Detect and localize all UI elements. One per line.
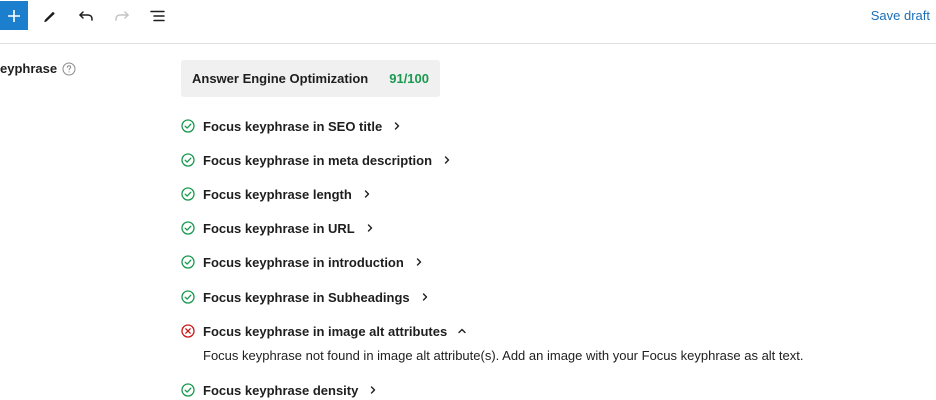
check-label: Focus keyphrase in Subheadings: [203, 289, 410, 305]
chevron-right-icon: [444, 156, 450, 164]
check-item[interactable]: Focus keyphrase in Subheadings: [181, 287, 430, 307]
redo-icon: [115, 11, 129, 21]
redo-button[interactable]: [110, 4, 134, 28]
check-label: Focus keyphrase length: [203, 186, 352, 202]
chevron-right-icon: [367, 224, 372, 232]
check-label: Focus keyphrase density: [203, 382, 359, 398]
check-item[interactable]: Focus keyphrase length: [181, 184, 372, 204]
document-overview-button[interactable]: [146, 4, 170, 28]
chevron-right-icon: [422, 293, 427, 301]
focus-keyphrase-label: eyphrase: [0, 61, 58, 76]
check-circle-icon: [181, 221, 195, 235]
check-circle-icon: [181, 255, 195, 269]
check-label: Focus keyphrase in SEO title: [203, 118, 383, 134]
chevron-right-icon: [364, 190, 370, 198]
check-circle-icon: [181, 153, 195, 167]
question-circle-icon[interactable]: [62, 62, 76, 76]
list-view-icon: [150, 10, 165, 22]
aeo-score-box: Answer Engine Optimization 91/100: [181, 60, 440, 97]
check-item[interactable]: Focus keyphrase in SEO title: [181, 116, 402, 136]
check-circle-icon: [181, 187, 195, 201]
check-label: Focus keyphrase in meta description: [203, 152, 433, 168]
check-circle-icon: [181, 290, 195, 304]
check-circle-icon: [181, 119, 195, 133]
save-draft-button[interactable]: Save draft: [871, 8, 930, 23]
undo-icon: [79, 11, 93, 21]
chevron-right-icon: [371, 386, 376, 394]
undo-button[interactable]: [74, 4, 98, 28]
check-label: Focus keyphrase in introduction: [203, 254, 404, 270]
x-circle-icon: [181, 324, 195, 338]
check-label: Focus keyphrase in URL: [203, 220, 355, 236]
check-item[interactable]: Focus keyphrase in URL: [181, 218, 375, 238]
edit-button[interactable]: [38, 4, 62, 28]
pencil-icon: [44, 11, 55, 23]
chevron-right-icon: [394, 122, 400, 130]
chevron-up-icon: [458, 328, 466, 334]
check-item[interactable]: Focus keyphrase density: [181, 380, 378, 400]
plus-icon: [8, 9, 20, 22]
editor-toolbar: Save draft: [0, 0, 936, 44]
score-title: Answer Engine Optimization: [192, 71, 369, 86]
check-item-expanded[interactable]: Focus keyphrase in image alt attributes: [181, 321, 467, 341]
check-item[interactable]: Focus keyphrase in introduction: [181, 252, 424, 272]
check-circle-icon: [181, 383, 195, 397]
check-description: Focus keyphrase not found in image alt a…: [203, 348, 804, 363]
check-item[interactable]: Focus keyphrase in meta description: [181, 150, 452, 170]
check-label: Focus keyphrase in image alt attributes: [203, 323, 448, 339]
score-value: 91/100: [389, 71, 429, 86]
add-block-button[interactable]: [0, 1, 28, 30]
chevron-right-icon: [416, 258, 422, 266]
